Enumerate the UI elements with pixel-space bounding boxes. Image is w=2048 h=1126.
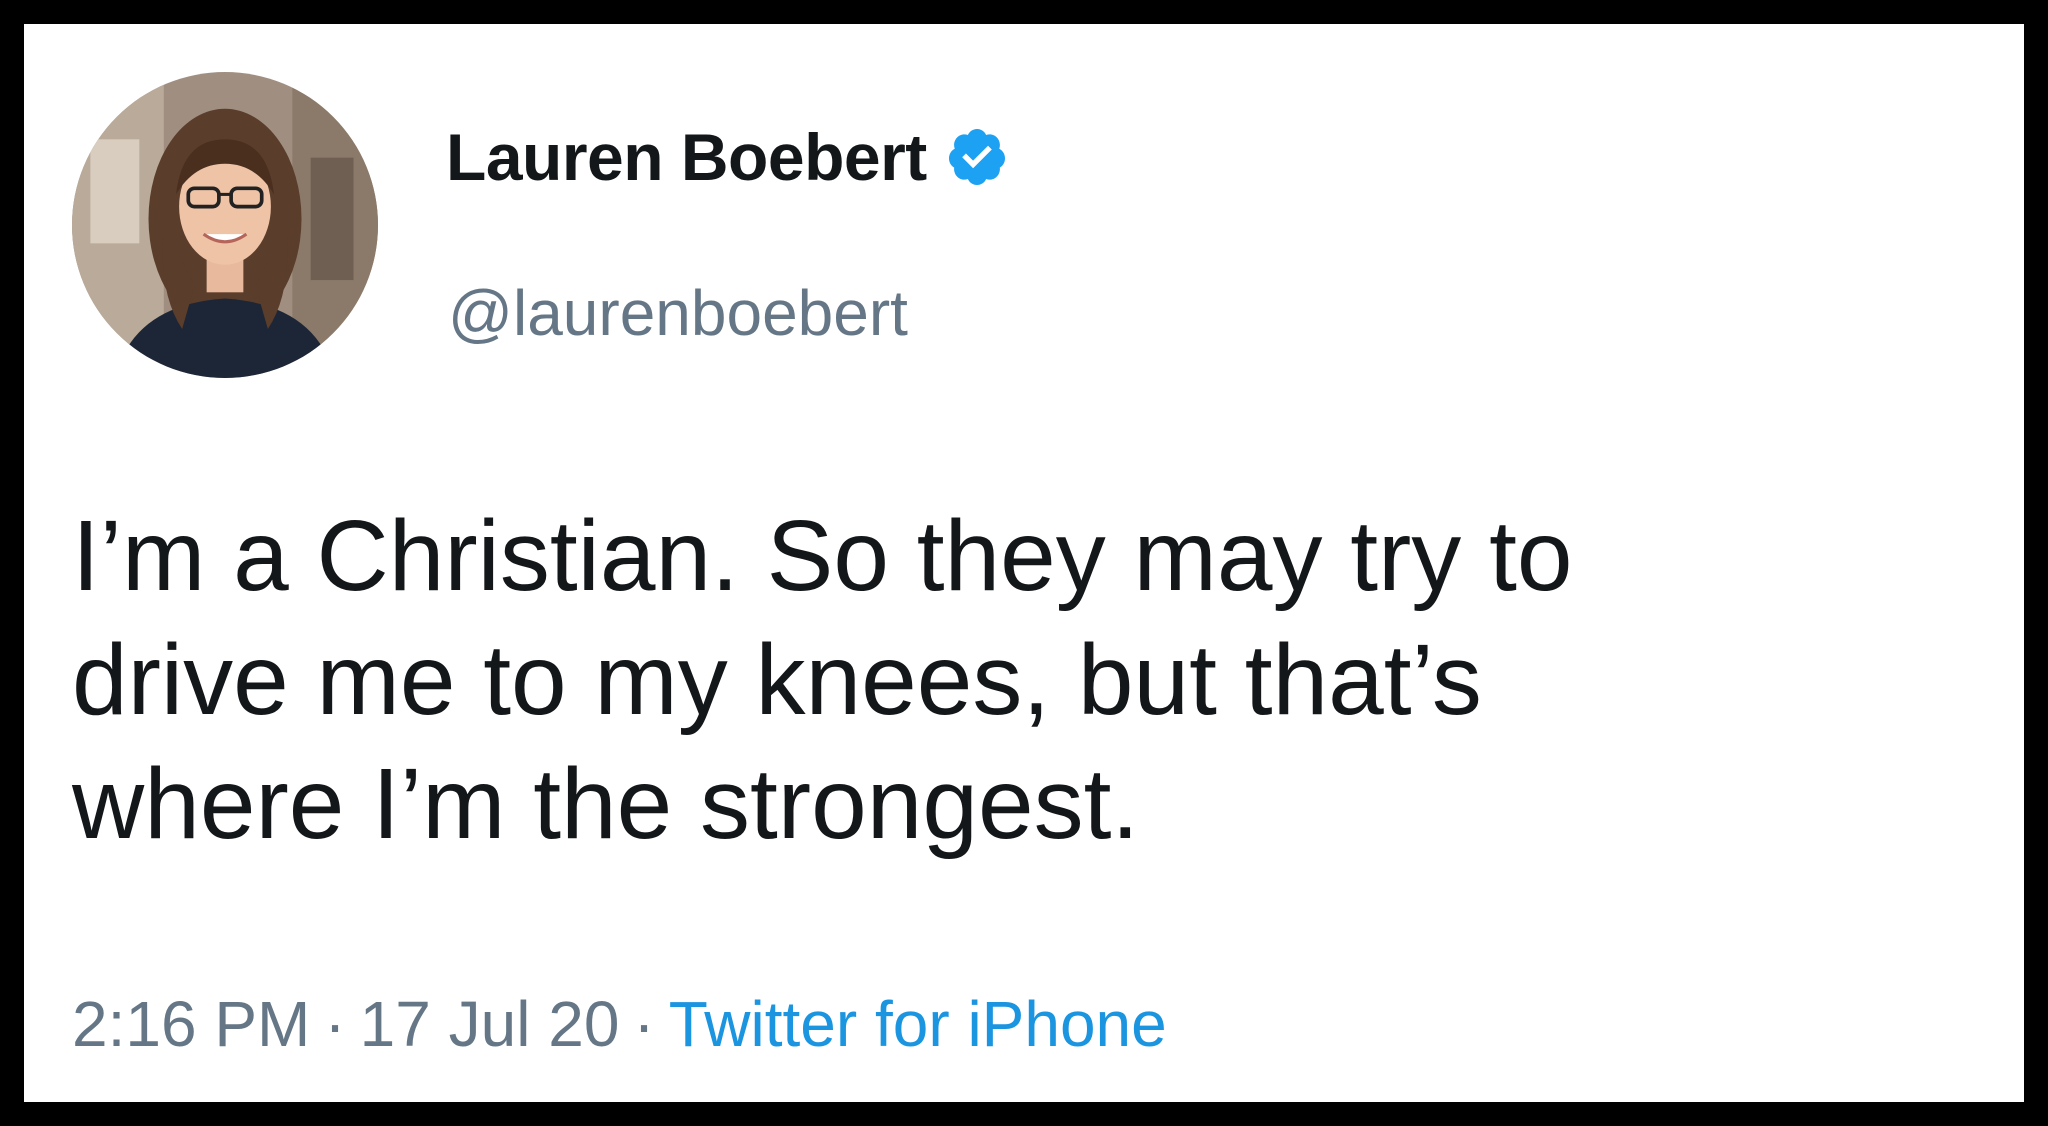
meta-separator: · (324, 988, 346, 1060)
meta-separator: · (633, 988, 655, 1060)
tweet-text-line: where I’m the strongest. (72, 748, 1140, 860)
author-display-name[interactable]: Lauren Boebert (446, 119, 927, 195)
tweet-text: I’m a Christian. So they may try to driv… (72, 494, 1972, 866)
avatar[interactable] (72, 72, 378, 378)
author-handle[interactable]: @laurenboebert (448, 276, 908, 350)
tweet-meta: 2:16 PM · 17 Jul 20 · Twitter for iPhone (72, 984, 1167, 1064)
tweet-text-line: drive me to my knees, but that’s (72, 624, 1482, 736)
tweet-date[interactable]: 17 Jul 20 (360, 988, 620, 1060)
tweet-source-link[interactable]: Twitter for iPhone (669, 988, 1167, 1060)
author-name-row[interactable]: Lauren Boebert (446, 112, 1009, 202)
tweet-text-line: I’m a Christian. So they may try to (72, 500, 1573, 612)
tweet-card: Lauren Boebert @laurenboebert I’m a Chri… (24, 24, 2024, 1102)
verified-badge-icon (945, 125, 1009, 189)
tweet-time[interactable]: 2:16 PM (72, 988, 310, 1060)
avatar-portrait-image (72, 72, 378, 378)
